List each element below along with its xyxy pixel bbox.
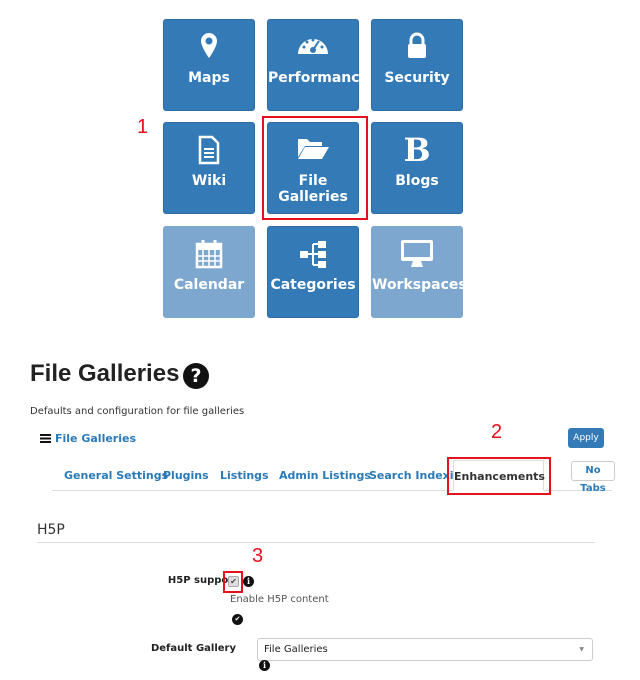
tile-wiki[interactable]: Wiki (163, 122, 255, 214)
info-icon[interactable]: i (243, 576, 254, 587)
tile-calendar[interactable]: Calendar (163, 226, 255, 318)
annotation-2: 2 (491, 421, 503, 443)
tile-maps[interactable]: Maps (163, 19, 255, 111)
check-circle-icon: ✔ (232, 614, 243, 625)
tile-label: Blogs (395, 173, 439, 189)
h5p-support-label: H5P support (167, 575, 238, 586)
tab-admin-listings[interactable]: Admin Listings (279, 469, 371, 482)
h5p-help-text: Enable H5P content (230, 594, 329, 605)
tile-label: Maps (188, 70, 230, 86)
default-gallery-select[interactable]: File Galleries ▼ (257, 638, 593, 661)
tile-label: Calendar (173, 277, 245, 293)
section-divider (37, 542, 595, 543)
sitemap-icon (268, 239, 358, 269)
bold-b-icon: B (403, 131, 431, 169)
annotation-3: 3 (252, 545, 264, 567)
highlight-box-1 (262, 116, 368, 220)
highlight-box-2 (447, 457, 551, 495)
tachometer-icon (268, 32, 358, 62)
help-icon[interactable]: ? (183, 363, 209, 389)
map-marker-icon (164, 32, 254, 62)
tile-security[interactable]: Security (371, 19, 463, 111)
tile-categories[interactable]: Categories (267, 226, 359, 318)
annotation-1: 1 (137, 116, 149, 138)
no-tabs-button[interactable]: No Tabs (571, 461, 615, 494)
default-gallery-label: Default Gallery (150, 643, 236, 654)
tile-label: Performance (268, 70, 370, 86)
breadcrumb-label: File Galleries (55, 432, 137, 445)
lock-icon (372, 32, 462, 62)
breadcrumb[interactable]: File Galleries (40, 432, 136, 445)
tab-listings[interactable]: Listings (220, 469, 269, 482)
highlight-box-3 (223, 571, 243, 593)
page-subtitle: Defaults and configuration for file gall… (30, 406, 245, 417)
default-gallery-value: File Galleries (264, 644, 328, 655)
tile-label: Security (384, 70, 450, 86)
desktop-icon (372, 239, 462, 269)
tile-blogs[interactable]: B Blogs (371, 122, 463, 214)
tile-label: Workspaces (372, 277, 467, 293)
tile-workspaces[interactable]: Workspaces (371, 226, 467, 318)
info-icon[interactable]: i (259, 660, 270, 671)
tile-label: Categories (270, 277, 356, 293)
tab-general-settings[interactable]: General Settings (64, 469, 168, 482)
chevron-down-icon: ▼ (579, 646, 584, 653)
calendar-icon (164, 239, 254, 269)
section-heading: H5P (37, 522, 65, 538)
file-text-icon (164, 135, 254, 165)
tab-plugins[interactable]: Plugins (163, 469, 209, 482)
tile-label: Wiki (191, 173, 227, 189)
list-icon (40, 434, 51, 443)
page-title: File Galleries (30, 360, 180, 387)
apply-button[interactable]: Apply (568, 428, 604, 448)
tile-performance[interactable]: Performance (267, 19, 370, 111)
